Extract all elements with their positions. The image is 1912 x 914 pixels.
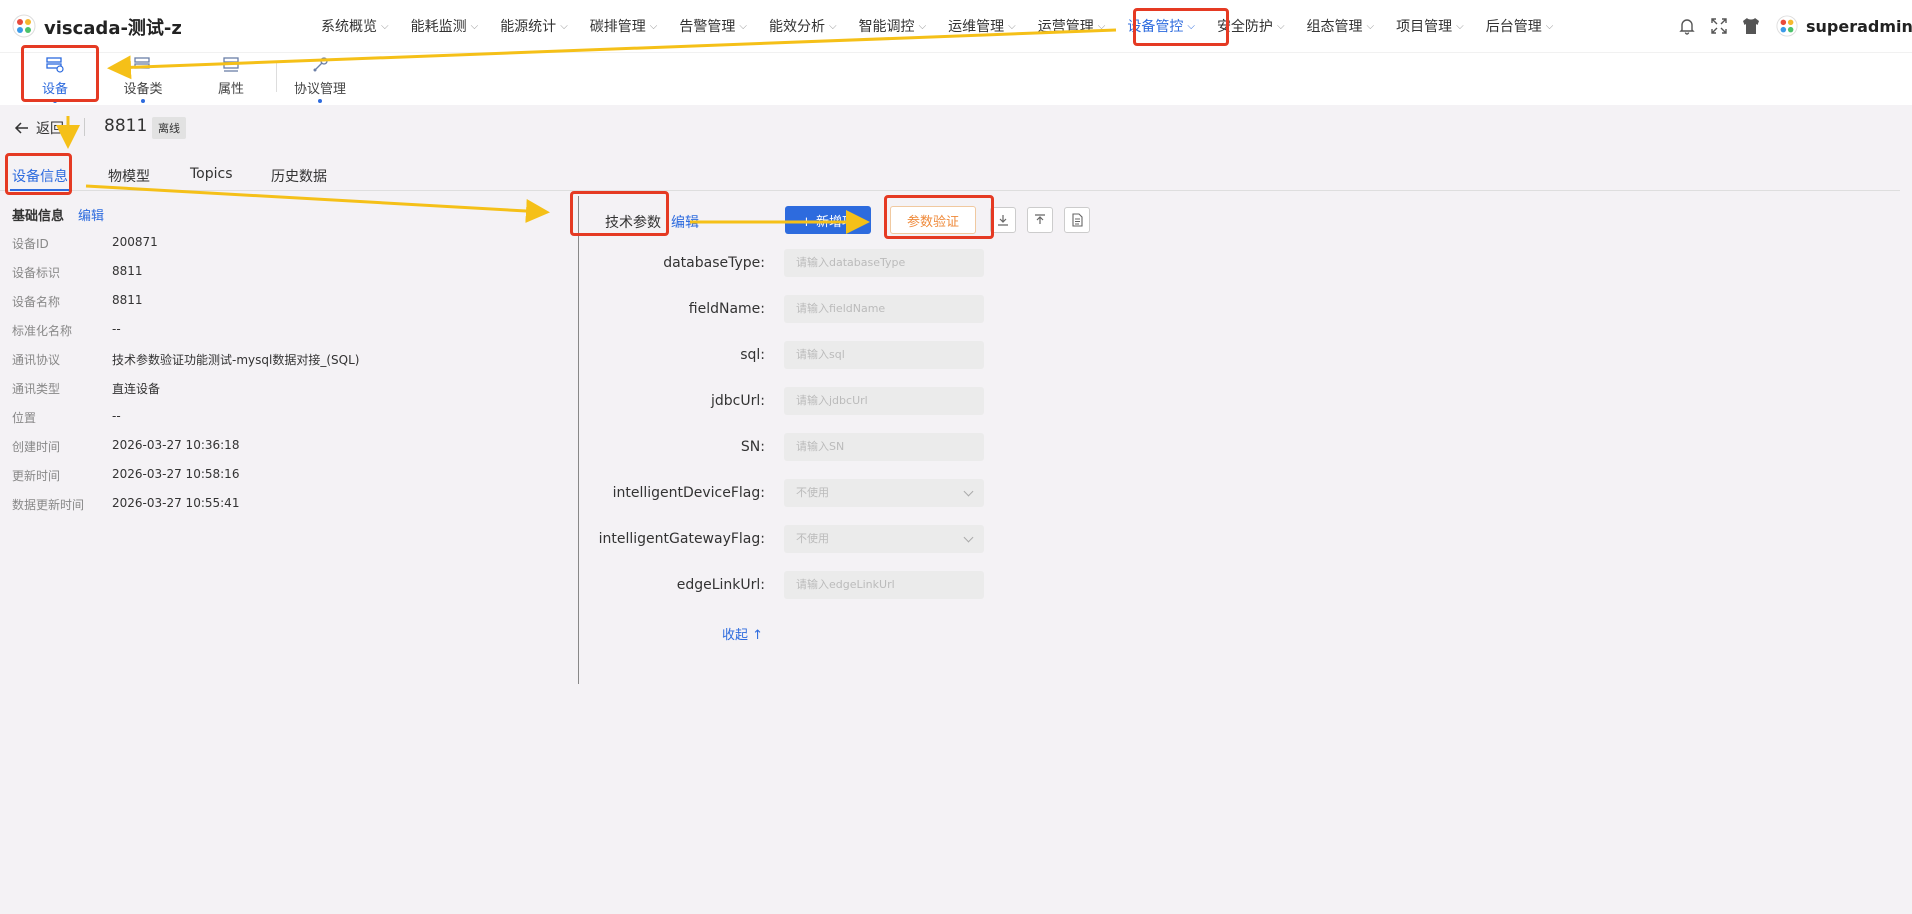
arrow-tab-to-tech-params <box>85 184 550 223</box>
arrow-nav-to-subtab <box>107 28 1117 80</box>
annotation-arrows <box>56 28 1117 234</box>
